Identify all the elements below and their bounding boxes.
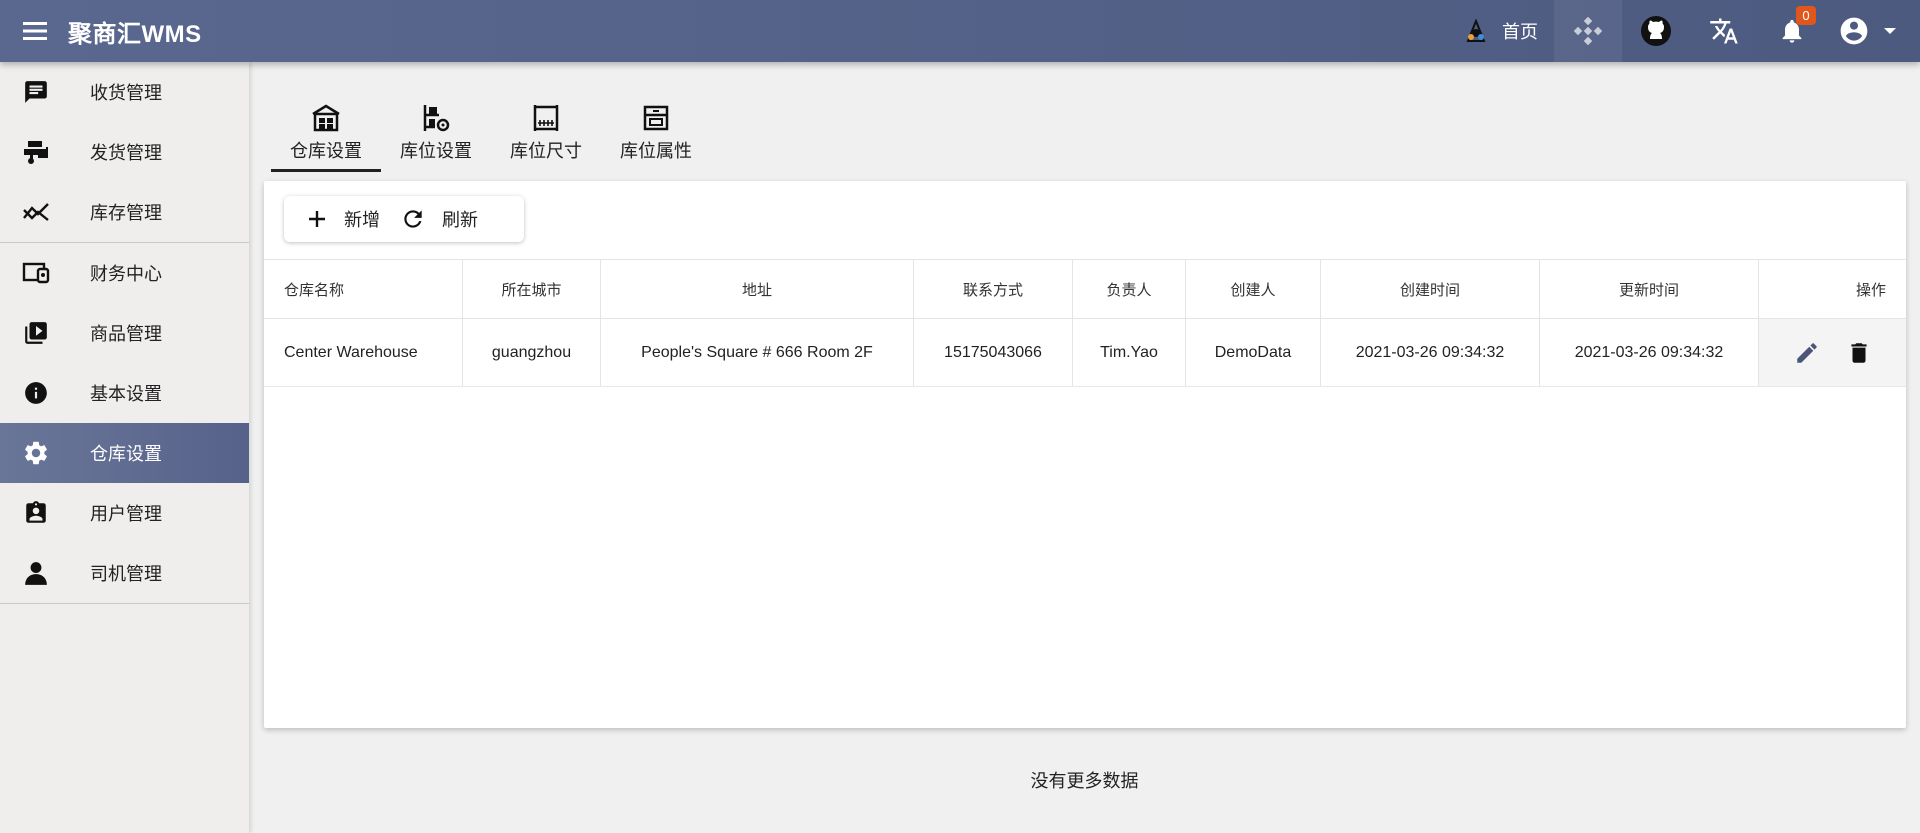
column-header[interactable]: 创建时间 — [1321, 260, 1540, 318]
sidebar-item-users[interactable]: 用户管理 — [0, 483, 249, 543]
column-header[interactable]: 所在城市 — [463, 260, 601, 318]
refresh-button[interactable]: 刷新 — [400, 196, 498, 242]
warehouse-icon — [311, 101, 341, 135]
app-title: 聚商汇WMS — [68, 20, 202, 48]
video-library-icon — [18, 320, 54, 346]
edit-icon — [1797, 342, 1817, 363]
no-more-data-text: 没有更多数据 — [1030, 771, 1139, 791]
sidebar-item-label: 基本设置 — [90, 384, 162, 404]
delete-button[interactable] — [1841, 335, 1877, 371]
tab-label: 库位属性 — [620, 141, 692, 161]
forklift-icon — [18, 139, 54, 165]
table-cell: guangzhou — [463, 319, 601, 386]
sidebar-item-finance[interactable]: 财务中心 — [0, 243, 249, 303]
badge-icon — [18, 500, 54, 526]
notifications-button[interactable]: 0 — [1758, 0, 1826, 62]
menu-button[interactable] — [16, 12, 54, 50]
sidebar-item-products[interactable]: 商品管理 — [0, 303, 249, 363]
table-toolbar: 新增 刷新 — [284, 196, 524, 242]
refresh-icon — [404, 210, 422, 228]
account-icon — [1840, 17, 1868, 45]
column-header: 操作 — [1855, 281, 1886, 299]
sidebar-item-basic-settings[interactable]: 基本设置 — [0, 363, 249, 423]
gear-icon — [18, 439, 54, 467]
warehouse-table: 仓库名称 所在城市 地址 联系方式 负责人 创建人 创建时间 更新时间 操作 C… — [264, 259, 1906, 387]
github-icon — [1641, 16, 1671, 46]
tab-bar: 仓库设置 库位设置 库位尺寸 库位属性 — [271, 97, 711, 172]
caret-down-icon — [1884, 28, 1896, 34]
github-button[interactable] — [1622, 0, 1690, 62]
table-header: 仓库名称 所在城市 地址 联系方式 负责人 创建人 创建时间 更新时间 操作 — [264, 259, 1906, 319]
tab-location-size[interactable]: 库位尺寸 — [491, 97, 601, 172]
notification-badge: 0 — [1796, 6, 1816, 25]
table-cell: DemoData — [1186, 319, 1321, 386]
column-header[interactable]: 地址 — [601, 260, 914, 318]
sidebar-item-inventory[interactable]: 库存管理 — [0, 182, 249, 242]
column-header[interactable]: 联系方式 — [914, 260, 1073, 318]
tab-location-attributes[interactable]: 库位属性 — [601, 97, 711, 172]
tab-warehouse-settings[interactable]: 仓库设置 — [271, 97, 381, 172]
sidebar-item-label: 财务中心 — [90, 264, 162, 284]
home-label: 首页 — [1502, 22, 1538, 42]
tab-label: 库位尺寸 — [510, 141, 582, 161]
sidebar-item-label: 收货管理 — [90, 83, 162, 103]
person-icon — [18, 560, 54, 586]
home-icon — [1466, 19, 1486, 42]
column-header[interactable]: 负责人 — [1073, 260, 1186, 318]
delete-icon — [1851, 342, 1867, 363]
translate-button[interactable] — [1690, 0, 1758, 62]
tab-label: 仓库设置 — [290, 141, 362, 161]
devices-icon — [18, 261, 54, 285]
add-button[interactable]: 新增 — [284, 196, 400, 242]
sidebar-item-label: 商品管理 — [90, 324, 162, 344]
sidebar-item-label: 仓库设置 — [90, 444, 162, 464]
shelf-gear-icon — [421, 101, 451, 135]
diamond-button[interactable] — [1554, 0, 1622, 62]
tab-label: 库位设置 — [400, 141, 472, 161]
sidebar-item-label: 发货管理 — [90, 143, 162, 163]
refresh-label: 刷新 — [442, 210, 478, 230]
cabinet-icon — [642, 101, 670, 135]
sidebar-item-drivers[interactable]: 司机管理 — [0, 543, 249, 603]
main-content: 仓库设置 库位设置 库位尺寸 库位属性 新增 刷新 仓库名称 所在城市 地址 联… — [249, 62, 1920, 833]
column-header[interactable]: 仓库名称 — [264, 260, 463, 318]
sidebar-divider — [0, 603, 249, 604]
sidebar-item-shipping[interactable]: 发货管理 — [0, 122, 249, 182]
tab-location-settings[interactable]: 库位设置 — [381, 97, 491, 172]
translate-icon — [1710, 18, 1738, 44]
sidebar: 收货管理 发货管理 库存管理 财务中心 商品管理 基本设置 仓库设置 用户管理 … — [0, 62, 249, 833]
column-header[interactable]: 更新时间 — [1540, 260, 1759, 318]
ruler-frame-icon — [531, 101, 561, 135]
table-cell: Center Warehouse — [264, 319, 463, 386]
table-cell: 2021-03-26 09:34:32 — [1321, 319, 1540, 386]
warehouse-table-card: 新增 刷新 仓库名称 所在城市 地址 联系方式 负责人 创建人 创建时间 更新时… — [264, 181, 1906, 728]
edit-button[interactable] — [1789, 335, 1825, 371]
table-cell: 2021-03-26 09:34:32 — [1540, 319, 1759, 386]
table-row[interactable]: Center Warehouse guangzhou People's Squa… — [264, 319, 1906, 387]
sidebar-item-label: 用户管理 — [90, 504, 162, 524]
menu-icon — [23, 22, 47, 40]
trend-icon — [18, 200, 54, 224]
inbox-message-icon — [18, 79, 54, 105]
plus-icon — [309, 211, 325, 227]
sidebar-item-warehouse-settings[interactable]: 仓库设置 — [0, 423, 249, 483]
table-cell: People's Square # 666 Room 2F — [601, 319, 914, 386]
table-cell: 15175043066 — [914, 319, 1073, 386]
account-menu[interactable] — [1826, 0, 1920, 62]
sidebar-item-label: 司机管理 — [90, 564, 162, 584]
column-header[interactable]: 创建人 — [1186, 260, 1321, 318]
sidebar-item-receiving[interactable]: 收货管理 — [0, 62, 249, 122]
diamond-icon — [1574, 17, 1602, 45]
info-icon — [18, 380, 54, 406]
table-cell: Tim.Yao — [1073, 319, 1186, 386]
home-link[interactable]: 首页 — [1448, 0, 1554, 62]
top-app-bar: 聚商汇WMS 首页 0 — [0, 0, 1920, 62]
row-actions — [1759, 319, 1906, 386]
sidebar-item-label: 库存管理 — [90, 203, 162, 223]
add-label: 新增 — [344, 210, 380, 230]
